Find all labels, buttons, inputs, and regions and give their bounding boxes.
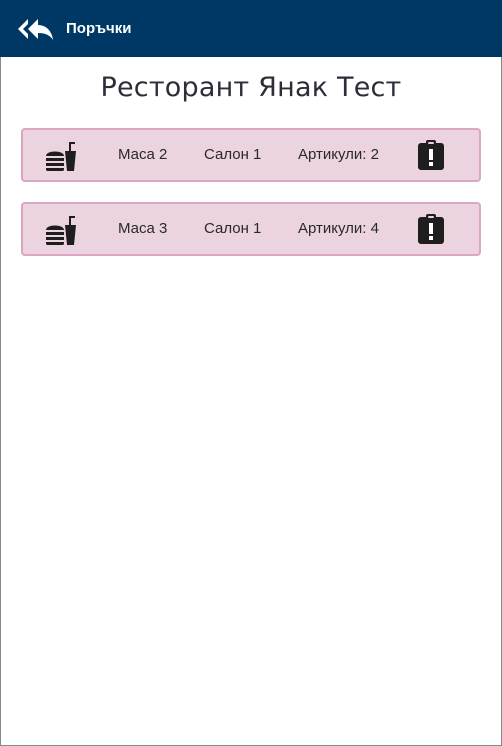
clipboard-alert-icon[interactable]: [417, 140, 445, 170]
back-button[interactable]: [16, 9, 56, 49]
reply-all-icon: [18, 18, 53, 40]
items-count: Артикули: 4: [298, 220, 379, 237]
items-count: Артикули: 2: [298, 146, 379, 163]
fastfood-icon: [46, 142, 76, 171]
restaurant-name: Ресторант Янак Тест: [100, 72, 402, 103]
page-title: Поръчки: [66, 20, 132, 37]
clipboard-alert-icon[interactable]: [417, 214, 445, 244]
app-frame: [0, 0, 502, 746]
order-row[interactable]: Маса 3 Салон 1 Артикули: 4: [21, 202, 481, 256]
salon-label: Салон 1: [204, 146, 262, 163]
table-label: Маса 3: [118, 220, 168, 237]
salon-label: Салон 1: [204, 220, 262, 237]
top-app-bar: Поръчки: [0, 0, 502, 57]
order-row[interactable]: Маса 2 Салон 1 Артикули: 2: [21, 128, 481, 182]
fastfood-icon: [46, 216, 76, 245]
order-list: Маса 2 Салон 1 Артикули: 2 Маса 3 Салон …: [21, 128, 481, 276]
table-label: Маса 2: [118, 146, 168, 163]
